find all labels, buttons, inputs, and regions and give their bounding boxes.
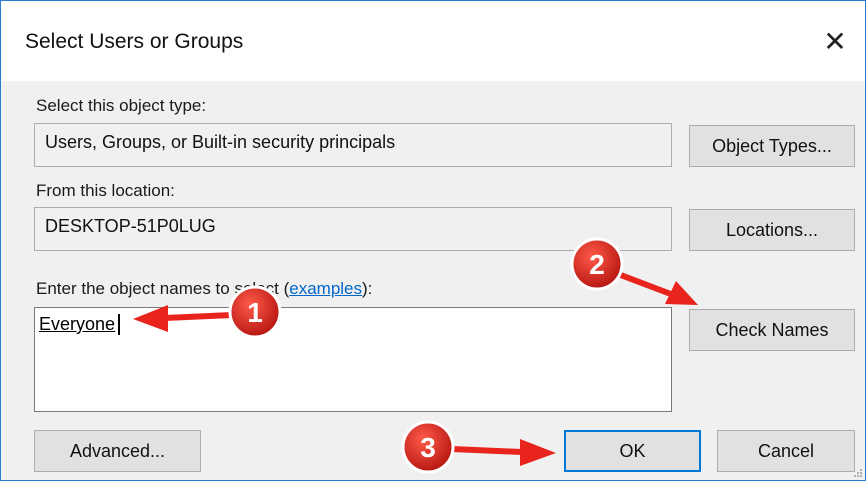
object-names-input[interactable]: Everyone: [34, 307, 672, 412]
object-type-field: Users, Groups, or Built-in security prin…: [34, 123, 672, 167]
check-names-button[interactable]: Check Names: [689, 309, 855, 351]
object-names-label-suffix: ):: [362, 279, 373, 298]
examples-link[interactable]: examples: [289, 279, 362, 298]
cancel-button[interactable]: Cancel: [717, 430, 855, 472]
close-button[interactable]: ✕: [815, 21, 855, 61]
title-bar: Select Users or Groups ✕: [1, 1, 865, 81]
object-types-button[interactable]: Object Types...: [689, 125, 855, 167]
location-field: DESKTOP-51P0LUG: [34, 207, 672, 251]
object-names-label: Enter the object names to select (exampl…: [36, 279, 372, 299]
resize-grip-icon[interactable]: [853, 468, 863, 478]
location-label: From this location:: [36, 181, 175, 200]
locations-button[interactable]: Locations...: [689, 209, 855, 251]
object-type-label: Select this object type:: [36, 96, 207, 115]
object-names-value: Everyone: [39, 314, 121, 335]
dialog-title: Select Users or Groups: [25, 30, 244, 53]
close-icon: ✕: [823, 25, 847, 57]
select-users-dialog: Select Users or Groups ✕ Select this obj…: [0, 0, 866, 481]
ok-button[interactable]: OK: [564, 430, 701, 472]
advanced-button[interactable]: Advanced...: [34, 430, 201, 472]
object-names-label-prefix: Enter the object names to select (: [36, 279, 290, 298]
